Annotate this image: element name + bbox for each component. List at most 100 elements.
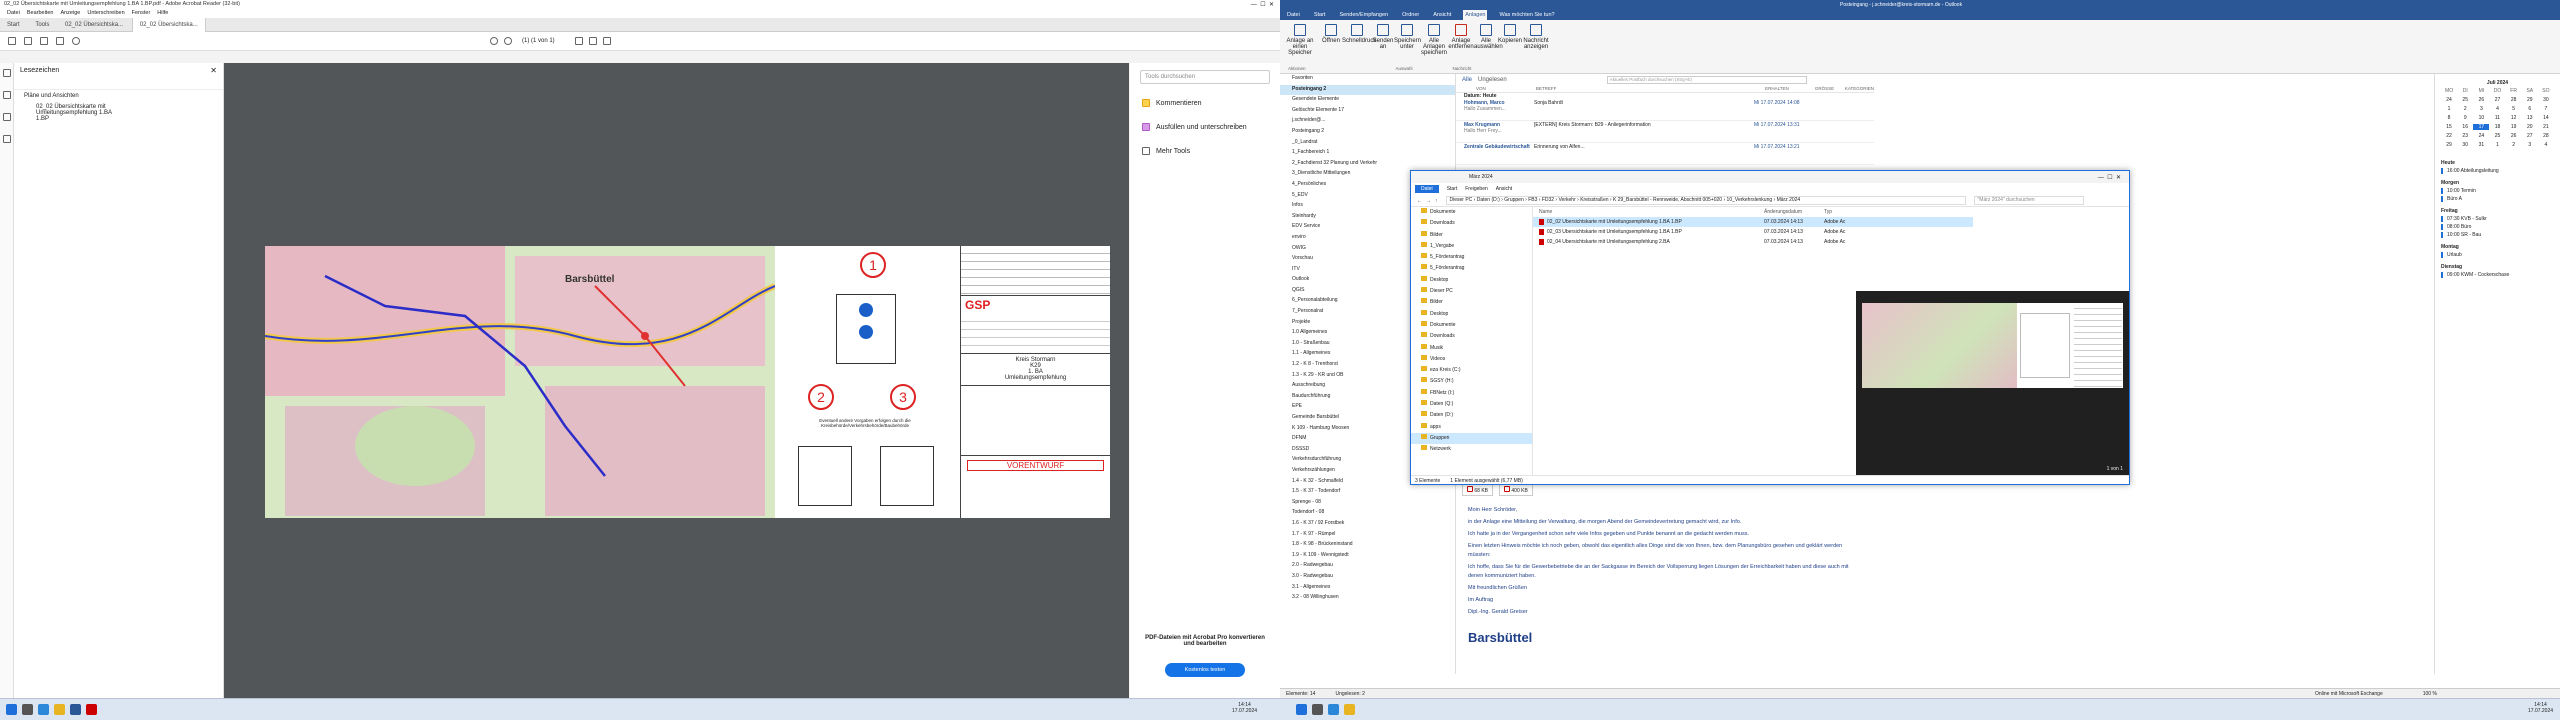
breadcrumb-item[interactable]: 10_Verkehrslenkung [1727,197,1773,203]
calendar-day[interactable]: 12 [2506,115,2522,121]
calendar-day[interactable]: 14 [2538,115,2554,121]
nav-item[interactable]: Musik [1411,343,1532,354]
breadcrumb-item[interactable]: Gruppen [1504,197,1523,203]
nav-item[interactable]: Gruppen [1411,432,1532,445]
prev-page-icon[interactable] [504,37,512,45]
calendar-day[interactable]: 11 [2489,115,2505,121]
folder-item[interactable]: 2_Fachdienst 32 Planung und Verkehr [1280,159,1455,170]
folder-item[interactable]: 1.7 - K 97 - Rümpel [1280,530,1455,541]
search-input[interactable]: "März 2024" durchsuchen [1973,196,2084,205]
start-icon[interactable] [6,704,17,715]
menu-bearbeiten[interactable]: Bearbeiten [27,9,54,18]
search-icon[interactable] [22,704,33,715]
breadcrumb-item[interactable]: FD32 [1542,197,1554,203]
calendar-day[interactable]: 6 [2522,106,2538,112]
folder-item[interactable]: Posteingang 2 [1280,127,1455,138]
folder-item[interactable]: Gesendete Elemente [1280,95,1455,106]
page-indicator[interactable]: (1) (1 von 1) [522,38,555,44]
search-input[interactable]: Aktuelles Postfach durchsuchen (Strg+E) [1606,75,1807,84]
calendar-day[interactable]: 9 [2457,115,2473,121]
tab-tools[interactable]: Tools [28,18,56,32]
tab-freigeben[interactable]: Freigeben [1465,186,1488,192]
tab-doc-1[interactable]: 02_02 Übersichtska... [58,18,130,32]
ribbon-btn[interactable]: Speichern unter [1394,20,1421,50]
nav-item[interactable]: Daten (D:) [1411,410,1532,421]
folder-item[interactable]: 3.2 - 08 Willinghusen [1280,593,1455,604]
breadcrumb-item[interactable]: März 2024 [1777,197,1801,203]
nav-item[interactable]: Desktop [1411,309,1532,320]
col-name[interactable]: Name [1539,209,1764,215]
calendar-day[interactable]: 10 [2473,115,2489,121]
calendar-day[interactable]: 17 [2473,124,2490,130]
tool-more[interactable]: Mehr Tools [1130,139,1280,163]
folder-item[interactable]: _0_Landrat [1280,138,1455,149]
search-icon[interactable] [72,37,80,45]
attachment-1[interactable]: 68 KB [1462,484,1494,496]
tab-doc-2[interactable]: 02_02 Übersichtska... [131,18,206,32]
calendar-day[interactable]: 15 [2441,124,2457,130]
calendar-day[interactable]: 29 [2522,97,2538,103]
calendar-day[interactable]: 22 [2441,133,2457,139]
agenda-item[interactable]: 08:00 Büro [2441,224,2554,230]
star-icon[interactable] [24,37,32,45]
search-icon[interactable] [1312,704,1323,715]
calendar-day[interactable]: 28 [2506,97,2522,103]
col-categories[interactable]: KATEGORIEN [1845,86,1874,91]
tool-comment[interactable]: Kommentieren [1130,91,1280,115]
nav-item[interactable]: apps [1411,422,1532,433]
sign-icon[interactable] [602,37,611,45]
col-type[interactable]: Typ [1824,209,1832,215]
agenda-item[interactable]: 16:00 Abteilungsleitung [2441,168,2554,174]
folder-item[interactable]: Sprenge - 08 [1280,498,1455,509]
edge-icon[interactable] [38,704,49,715]
calendar-month[interactable]: Juli 2024 [2435,74,2560,88]
bookmark-item[interactable]: 02_02 Übersichtskarte mit Umleitungsempf… [14,102,144,124]
calendar-day[interactable]: 27 [2522,133,2538,139]
nav-item[interactable]: Bilder [1411,297,1532,308]
calendar-day[interactable]: 1 [2441,106,2457,112]
folder-item[interactable]: 3.1 - Allgemeines [1280,583,1455,594]
back-icon[interactable]: ← [1417,198,1422,204]
tools-search[interactable]: Tools durchsuchen [1140,70,1270,84]
explorer-icon[interactable] [54,704,65,715]
breadcrumb-item[interactable]: Daten (D:) [1477,197,1500,203]
nav-item[interactable]: Bilder [1411,230,1532,241]
ribbon-btn[interactable]: Alle Anlagen speichern [1420,20,1448,56]
calendar-day[interactable]: 20 [2522,124,2538,130]
calendar-day[interactable]: 18 [2489,124,2505,130]
calendar-day[interactable]: 21 [2538,124,2554,130]
folder-item[interactable]: 1.5 - K 37 - Todendorf [1280,487,1455,498]
nav-item[interactable]: Downloads [1411,331,1532,342]
calendar-day[interactable]: 27 [2489,97,2505,103]
acrobat-icon[interactable] [86,704,97,715]
nav-item[interactable]: SGSY (H:) [1411,376,1532,387]
calendar-day[interactable]: 4 [2489,106,2505,112]
pen-icon[interactable] [588,37,597,45]
col-from[interactable]: VON [1476,86,1536,91]
folder-item[interactable]: Todendorf - 08 [1280,508,1455,519]
close-icon[interactable]: ✕ [210,66,217,75]
calendar-day[interactable]: 8 [2441,115,2457,121]
col-subject[interactable]: BETREFF [1536,86,1765,91]
tab-ansicht[interactable]: Ansicht [1496,186,1512,192]
ribbon-btn[interactable]: Kopieren [1498,20,1522,44]
tab-start[interactable]: Start [0,18,27,32]
filter-unread[interactable]: Ungelesen [1478,77,1507,83]
menu-fenster[interactable]: Fenster [132,9,151,18]
edge-icon[interactable] [1328,704,1339,715]
start-icon[interactable] [1296,704,1307,715]
ribbon-btn[interactable]: Schnelldruck [1342,20,1376,44]
ribbon-btn[interactable]: Alle auswählen [1474,20,1503,50]
calendar-day[interactable]: 5 [2506,106,2522,112]
up-icon[interactable]: ↑ [1435,198,1438,204]
folder-item[interactable]: 1_Fachbereich 1 [1280,148,1455,159]
tab-datei[interactable]: Datei [1415,185,1439,193]
folder-item[interactable]: 1.6 - K 37 / 92 Forstbek [1280,519,1455,530]
breadcrumb-item[interactable]: Dieser PC [1450,197,1473,203]
mail-row[interactable]: Max Krugmann [EXTERN] Kreis Stormarn: B29… [1456,121,1874,143]
col-received[interactable]: ERHALTEN [1765,86,1815,91]
window-controls[interactable]: — ☐ ✕ [1251,1,1274,8]
calendar-day[interactable]: 25 [2489,133,2505,139]
calendar-day[interactable]: 24 [2473,133,2489,139]
folder-item[interactable]: 3.0 - Radwegebau [1280,572,1455,583]
